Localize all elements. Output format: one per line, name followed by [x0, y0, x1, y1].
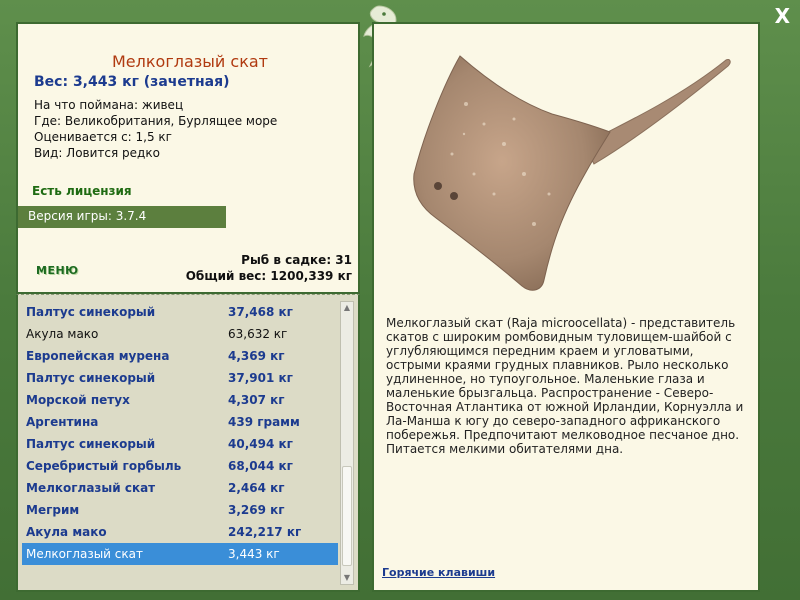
- catch-fish-weight: 68,044 кг: [228, 459, 293, 473]
- catch-fish-name: Акула мако: [26, 327, 99, 341]
- catch-list-row[interactable]: Мелкоглазый скат 2,464 кг: [22, 477, 338, 499]
- total-weight: Общий вес: 1200,339 кг: [185, 269, 352, 283]
- catch-list-row[interactable]: Палтус синекорый 37,468 кг: [22, 301, 338, 323]
- catch-fish-weight: 63,632 кг: [228, 327, 288, 341]
- fish-location: Где: Великобритания, Бурлящее море: [34, 114, 278, 128]
- catch-list-row[interactable]: Аргентина 439 грамм: [22, 411, 338, 433]
- catch-fish-name: Мелкоглазый скат: [26, 547, 143, 561]
- catch-list-row[interactable]: Мегрим 3,269 кг: [22, 499, 338, 521]
- catch-list-row[interactable]: Европейская мурена 4,369 кг: [22, 345, 338, 367]
- fish-weight: Вес: 3,443 кг (зачетная): [34, 74, 230, 90]
- catch-fish-name: Аргентина: [26, 415, 99, 429]
- fish-info-panel: Мелкоглазый скат Вес: 3,443 кг (зачетная…: [16, 22, 360, 294]
- catch-fish-name: Палтус синекорый: [26, 371, 156, 385]
- catch-list-row[interactable]: Морской петух 4,307 кг: [22, 389, 338, 411]
- fish-kind: Вид: Ловится редко: [34, 146, 160, 160]
- catch-list-row[interactable]: Акула мако 63,632 кг: [22, 323, 338, 345]
- catch-fish-name: Палтус синекорый: [26, 305, 156, 319]
- keepnet-stats: Рыб в садке: 31 Общий вес: 1200,339 кг: [186, 252, 352, 284]
- catch-list-row[interactable]: Серебристый горбыль 68,044 кг: [22, 455, 338, 477]
- fish-description: Мелкоглазый скат (Raja microocellata) - …: [386, 316, 744, 456]
- catch-fish-weight: 242,217 кг: [228, 525, 302, 539]
- scroll-thumb[interactable]: [342, 466, 352, 566]
- catch-fish-name: Европейская мурена: [26, 349, 170, 363]
- catch-fish-weight: 37,468 кг: [228, 305, 293, 319]
- scroll-down-icon[interactable]: ▼: [341, 572, 353, 584]
- catch-fish-name: Серебристый горбыль: [26, 459, 182, 473]
- window-frame: X Мелкоглазый скат Вес: 3,443 кг (зачетн…: [0, 0, 800, 600]
- license-status: Есть лицензия: [32, 184, 132, 198]
- hotkeys-link[interactable]: Горячие клавиши: [382, 566, 495, 579]
- menu-button[interactable]: МЕНЮ: [36, 264, 79, 277]
- fish-title: Мелкоглазый скат: [112, 52, 268, 71]
- fish-bait: На что поймана: живец: [34, 98, 184, 112]
- scroll-up-icon[interactable]: ▲: [341, 302, 353, 314]
- catch-list-row[interactable]: Мелкоглазый скат 3,443 кг: [22, 543, 338, 565]
- catch-list-scrollbar[interactable]: ▲ ▼: [340, 301, 354, 585]
- catch-fish-name: Мелкоглазый скат: [26, 481, 156, 495]
- catch-list-row[interactable]: Акула мако 242,217 кг: [22, 521, 338, 543]
- catch-fish-weight: 4,369 кг: [228, 349, 285, 363]
- game-version: Версия игры: 3.7.4: [18, 206, 226, 228]
- catch-list-row[interactable]: Палтус синекорый 40,494 кг: [22, 433, 338, 455]
- catch-fish-name: Палтус синекорый: [26, 437, 156, 451]
- catch-fish-weight: 40,494 кг: [228, 437, 293, 451]
- close-icon[interactable]: X: [775, 4, 790, 28]
- catch-fish-name: Акула мако: [26, 525, 107, 539]
- catch-fish-name: Мегрим: [26, 503, 80, 517]
- fish-detail-panel: Мелкоглазый скат (Raja microocellata) - …: [372, 22, 760, 592]
- fish-rated-from: Оценивается с: 1,5 кг: [34, 130, 172, 144]
- catch-list: Палтус синекорый 37,468 кг Акула мако 63,63…: [22, 301, 338, 565]
- catch-fish-weight: 439 грамм: [228, 415, 300, 429]
- fish-count: Рыб в садке: 31: [241, 253, 352, 267]
- fish-image: [413, 55, 731, 291]
- catch-fish-name: Морской петух: [26, 393, 130, 407]
- catch-fish-weight: 3,269 кг: [228, 503, 285, 517]
- catch-list-row[interactable]: Палтус синекорый 37,901 кг: [22, 367, 338, 389]
- catch-list-panel: Палтус синекорый 37,468 кг Акула мако 63,63…: [16, 294, 360, 592]
- catch-fish-weight: 2,464 кг: [228, 481, 285, 495]
- close-button[interactable]: X: [775, 4, 790, 28]
- catch-fish-weight: 3,443 кг: [228, 547, 280, 561]
- catch-fish-weight: 4,307 кг: [228, 393, 285, 407]
- catch-fish-weight: 37,901 кг: [228, 371, 293, 385]
